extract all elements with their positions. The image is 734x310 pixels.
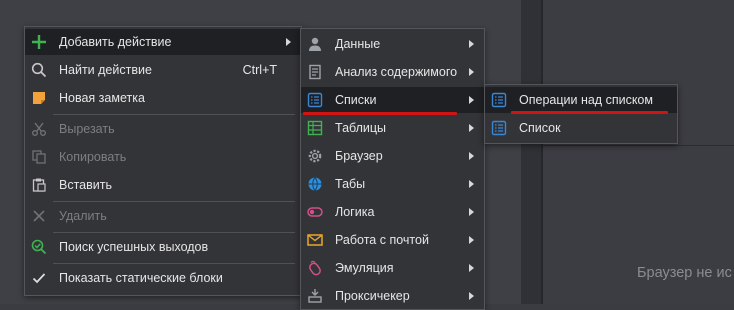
menu-item-paste[interactable]: Вставить — [25, 172, 301, 198]
menu-item-label: Поиск успешных выходов — [59, 240, 209, 254]
scissors-icon — [30, 120, 48, 138]
menu-item-delete[interactable]: Удалить — [25, 203, 301, 229]
chevron-right-icon — [469, 180, 474, 188]
document-icon — [306, 63, 324, 81]
list-icon — [490, 119, 508, 137]
chevron-right-icon — [469, 124, 474, 132]
submenu-item-mail[interactable]: Работа с почтой — [301, 227, 484, 253]
panel-header-border — [543, 145, 734, 146]
menu-item-label: Логика — [335, 205, 375, 219]
menu-item-copy[interactable]: Копировать — [25, 144, 301, 170]
proxy-icon — [306, 287, 324, 305]
close-icon — [30, 207, 48, 225]
chevron-right-icon — [469, 208, 474, 216]
browser-panel — [543, 0, 734, 304]
submenu-item-lists[interactable]: Списки — [301, 87, 484, 113]
list-icon — [306, 91, 324, 109]
menu-item-label: Табы — [335, 177, 366, 191]
menu-item-find-action[interactable]: Найти действие Ctrl+T — [25, 57, 301, 83]
menu-item-new-note[interactable]: Новая заметка — [25, 85, 301, 111]
menu-item-label: Добавить действие — [59, 35, 172, 49]
chevron-right-icon — [469, 96, 474, 104]
sticky-note-icon — [30, 89, 48, 107]
user-icon — [306, 35, 324, 53]
add-action-submenu: Данные Анализ содержимого Списки Таблицы… — [300, 28, 485, 310]
submenu-item-data[interactable]: Данные — [301, 31, 484, 57]
menu-item-label: Удалить — [59, 209, 107, 223]
menu-item-label: Анализ содержимого — [335, 65, 458, 79]
menu-item-find-success-outputs[interactable]: Поиск успешных выходов — [25, 234, 301, 260]
menu-item-label: Копировать — [59, 150, 127, 164]
menu-item-show-static-blocks[interactable]: Показать статические блоки — [25, 265, 301, 291]
menu-separator — [53, 114, 295, 115]
menu-item-label: Списки — [335, 93, 377, 107]
mouse-icon — [306, 259, 324, 277]
table-icon — [306, 119, 324, 137]
browser-placeholder-text: Браузер не ис — [637, 265, 732, 281]
context-menu: Добавить действие Найти действие Ctrl+T … — [24, 26, 302, 296]
menu-item-label: Вырезать — [59, 122, 115, 136]
plus-icon — [30, 33, 48, 51]
shortcut-label: Ctrl+T — [242, 63, 277, 77]
annotation-underline — [511, 111, 668, 114]
mail-icon — [306, 231, 324, 249]
menu-item-label: Операции над списком — [519, 93, 653, 107]
paste-icon — [30, 176, 48, 194]
submenu-item-list[interactable]: Список — [485, 115, 677, 141]
chevron-right-icon — [469, 292, 474, 300]
menu-item-label: Показать статические блоки — [59, 271, 223, 285]
submenu-item-logic[interactable]: Логика — [301, 199, 484, 225]
search-icon — [30, 61, 48, 79]
menu-item-label: Найти действие — [59, 63, 152, 77]
list-icon — [490, 91, 508, 109]
submenu-item-tabs[interactable]: Табы — [301, 171, 484, 197]
chevron-right-icon — [469, 152, 474, 160]
search-success-icon — [30, 238, 48, 256]
chevron-right-icon — [469, 264, 474, 272]
menu-item-label: Проксичекер — [335, 289, 410, 303]
lists-submenu: Операции над списком Список — [484, 84, 678, 144]
globe-icon — [306, 175, 324, 193]
submenu-item-tables[interactable]: Таблицы — [301, 115, 484, 141]
scrollbar-track[interactable] — [521, 0, 541, 304]
menu-item-label: Таблицы — [335, 121, 387, 135]
chevron-right-icon — [469, 68, 474, 76]
chevron-right-icon — [469, 236, 474, 244]
menu-item-cut[interactable]: Вырезать — [25, 116, 301, 142]
menu-separator — [53, 263, 295, 264]
checkmark-icon — [30, 269, 48, 287]
submenu-item-list-operations[interactable]: Операции над списком — [485, 87, 677, 113]
menu-separator — [53, 201, 295, 202]
menu-separator — [53, 232, 295, 233]
chevron-right-icon — [286, 38, 291, 46]
copy-icon — [30, 148, 48, 166]
toggle-icon — [306, 203, 324, 221]
submenu-item-proxychecker[interactable]: Проксичекер — [301, 283, 484, 309]
menu-item-label: Эмуляция — [335, 261, 394, 275]
submenu-item-browser[interactable]: Браузер — [301, 143, 484, 169]
menu-item-label: Работа с почтой — [335, 233, 429, 247]
menu-item-add-action[interactable]: Добавить действие — [25, 29, 301, 55]
menu-item-label: Браузер — [335, 149, 383, 163]
menu-item-label: Список — [519, 121, 561, 135]
gear-icon — [306, 147, 324, 165]
submenu-item-emulation[interactable]: Эмуляция — [301, 255, 484, 281]
chevron-right-icon — [469, 40, 474, 48]
menu-item-label: Вставить — [59, 178, 112, 192]
menu-item-label: Данные — [335, 37, 381, 51]
menu-item-label: Новая заметка — [59, 91, 145, 105]
submenu-item-content-analysis[interactable]: Анализ содержимого — [301, 59, 484, 85]
